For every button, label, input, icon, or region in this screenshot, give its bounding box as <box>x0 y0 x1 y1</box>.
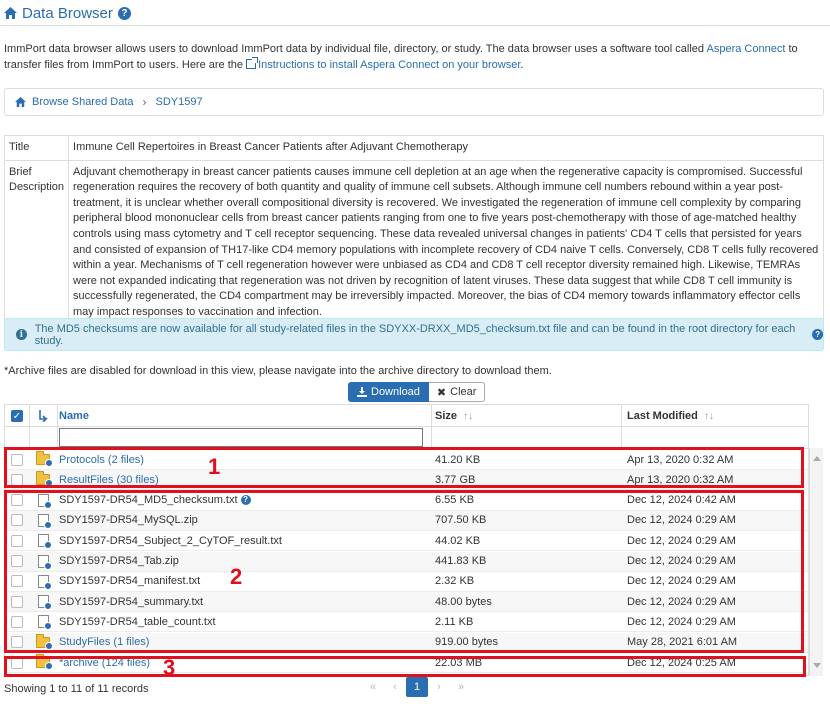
home-icon <box>4 7 17 19</box>
intro-text-part: ImmPort data browser allows users to dow… <box>4 43 707 55</box>
prev-page-button[interactable]: ‹ <box>384 677 406 697</box>
md5-notice: i The MD5 checksums are now available fo… <box>4 318 824 351</box>
records-count: Showing 1 to 11 of 11 records <box>4 683 149 695</box>
filter-row <box>5 427 808 449</box>
page-header: Data Browser ? <box>4 2 131 24</box>
study-info-table: Title Immune Cell Repertoires in Breast … <box>3 135 824 326</box>
breadcrumb-current-link[interactable]: SDY1597 <box>156 96 203 108</box>
divider <box>0 25 830 26</box>
vertical-scrollbar[interactable] <box>809 448 823 676</box>
aspera-connect-link[interactable]: Aspera Connect <box>707 43 786 55</box>
intro-text: ImmPort data browser allows users to dow… <box>4 41 824 73</box>
highlight-box-3 <box>4 656 806 677</box>
intro-text-part: . <box>520 59 524 71</box>
chevron-right-icon: › <box>142 95 147 109</box>
next-page-button[interactable]: › <box>428 677 450 697</box>
help-icon[interactable]: ? <box>812 329 823 340</box>
pagination: « ‹ 1 › » <box>362 677 472 697</box>
highlight-box-1 <box>4 447 804 488</box>
archive-note: *Archive files are disabled for download… <box>4 365 552 377</box>
download-button[interactable]: Download <box>348 382 429 402</box>
help-icon[interactable]: ? <box>117 6 131 20</box>
sort-icon: ↑↓ <box>463 410 474 422</box>
size-column-header[interactable]: Size ↑↓ <box>431 410 623 422</box>
first-page-button[interactable]: « <box>362 677 384 697</box>
description-value: Adjuvant chemotherapy in breast cancer p… <box>68 159 824 326</box>
title-label: Title <box>3 135 70 161</box>
external-link-icon <box>246 57 259 69</box>
sort-icon: ↑↓ <box>703 410 714 422</box>
last-page-button[interactable]: » <box>450 677 472 697</box>
breadcrumb: Browse Shared Data › SDY1597 <box>4 88 824 116</box>
notice-text: The MD5 checksums are now available for … <box>34 322 796 347</box>
table-header: ✓ Name Size ↑↓ Last Modified ↑↓ <box>5 405 808 427</box>
modified-column-header[interactable]: Last Modified ↑↓ <box>623 409 808 422</box>
highlight-label-3: 3 <box>163 655 176 680</box>
page-title: Data Browser <box>22 4 113 22</box>
description-label: Brief Description <box>3 159 70 326</box>
page-button[interactable]: 1 <box>406 677 428 697</box>
install-instructions-link[interactable]: Instructions to install Aspera Connect o… <box>258 59 520 71</box>
select-all-checkbox[interactable]: ✓ <box>11 409 23 422</box>
close-icon: ✖ <box>436 386 447 399</box>
highlight-label-2: 2 <box>230 564 243 589</box>
clear-button[interactable]: ✖ Clear <box>428 382 486 402</box>
breadcrumb-root-link[interactable]: Browse Shared Data <box>32 96 134 108</box>
highlight-label-1: 1 <box>208 454 221 479</box>
download-icon <box>357 387 367 397</box>
title-value: Immune Cell Repertoires in Breast Cancer… <box>68 135 824 161</box>
home-icon <box>15 97 26 107</box>
scroll-down-icon[interactable] <box>813 663 821 668</box>
highlight-box-2 <box>4 490 804 653</box>
action-buttons: Download ✖ Clear <box>348 382 486 402</box>
size-header-label: Size <box>435 409 458 422</box>
modified-header-label: Last Modified <box>627 409 698 422</box>
clear-label: Clear <box>450 386 477 398</box>
name-column-header[interactable]: Name <box>57 410 431 422</box>
scroll-up-icon[interactable] <box>813 456 821 461</box>
info-icon: i <box>16 329 27 340</box>
sort-level-icon[interactable] <box>38 409 48 422</box>
download-label: Download <box>371 386 420 398</box>
name-filter-input[interactable] <box>59 428 423 447</box>
